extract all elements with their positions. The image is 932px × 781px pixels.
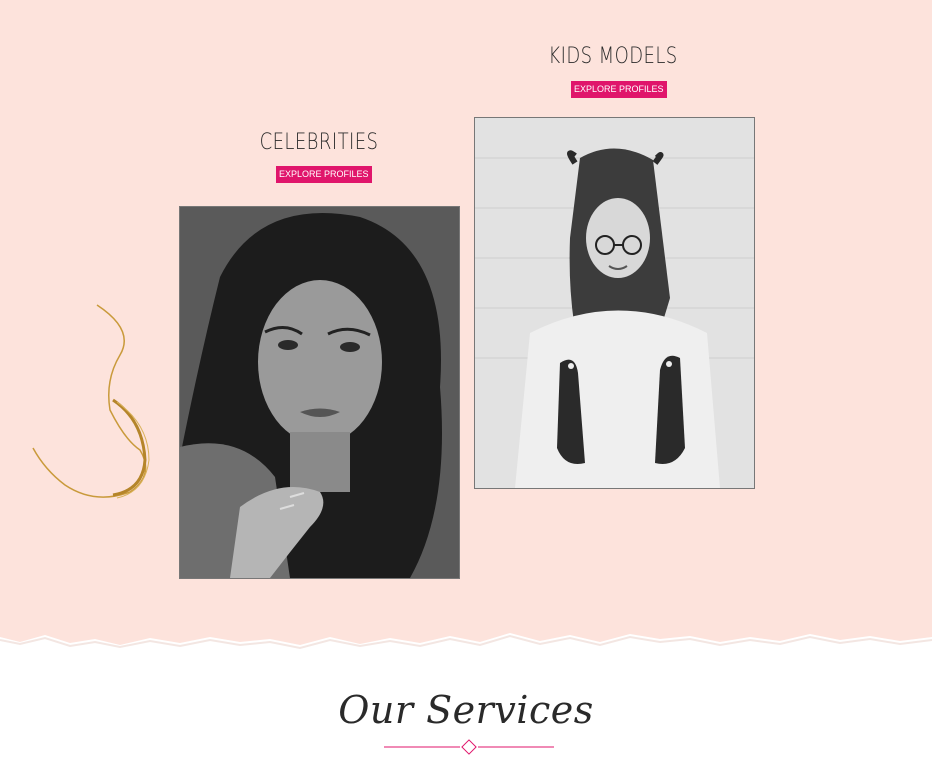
- woman-portrait-image: [180, 207, 459, 578]
- diamond-divider-icon: [384, 739, 554, 755]
- kids-models-title: KIDS MODELS: [548, 44, 678, 69]
- kids-model-photo[interactable]: [474, 117, 755, 489]
- celebrities-explore-button[interactable]: EXPLORE PROFILES: [276, 166, 372, 183]
- torn-paper-divider: [0, 633, 932, 665]
- services-heading: Our Services: [338, 688, 594, 732]
- celebrity-photo[interactable]: [179, 206, 460, 579]
- child-portrait-image: [475, 118, 754, 488]
- gold-curl-ornament: [32, 304, 150, 499]
- celebrities-title: CELEBRITIES: [259, 130, 379, 155]
- kids-models-explore-button[interactable]: EXPLORE PROFILES: [571, 81, 667, 98]
